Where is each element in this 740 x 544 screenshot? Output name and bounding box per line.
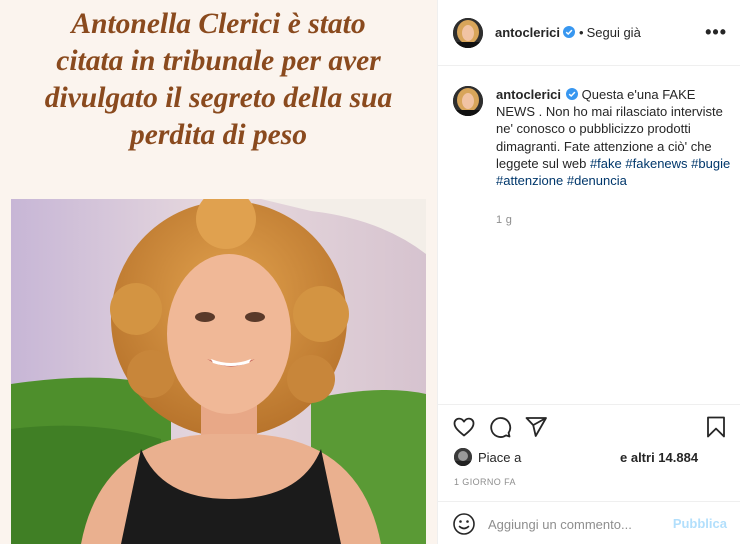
follow-button[interactable]: Segui già — [587, 25, 641, 40]
avatar[interactable] — [453, 18, 483, 48]
hashtag-link[interactable]: #bugie — [691, 156, 730, 171]
post-headline: Antonella Clerici è stato citata in trib… — [0, 6, 437, 154]
headline-line: perdita di peso — [130, 119, 307, 151]
header-user: antoclerici • Segui già — [495, 25, 641, 40]
caption: antoclerici Questa e'una FAKE NEWS . Non… — [438, 66, 740, 404]
verified-badge-icon — [563, 26, 576, 38]
hashtag-link[interactable]: #denuncia — [567, 173, 627, 188]
headline-line: divulgato il segreto della sua — [44, 82, 393, 114]
username-link[interactable]: antoclerici — [496, 87, 561, 102]
headline-line: Antonella Clerici è stato — [71, 8, 366, 40]
avatar[interactable] — [453, 86, 483, 116]
post-actions: Piace a e altri 14.884 1 GIORNO FA Pubbl… — [438, 404, 740, 544]
send-icon[interactable] — [524, 415, 548, 439]
post-media[interactable]: Antonella Clerici è stato citata in trib… — [0, 0, 437, 544]
hashtag-link[interactable]: #fake — [590, 156, 622, 171]
username-link[interactable]: antoclerici — [495, 25, 560, 40]
comment-input[interactable] — [488, 514, 668, 534]
hashtag-link[interactable]: #fakenews — [625, 156, 687, 171]
bookmark-icon[interactable] — [704, 415, 728, 439]
avatar[interactable] — [454, 448, 472, 466]
more-options-icon[interactable]: ••• — [705, 22, 727, 43]
post-timestamp[interactable]: 1 GIORNO FA — [454, 477, 516, 487]
likes-summary: Piace a e altri 14.884 — [454, 447, 734, 467]
post-side-panel: antoclerici • Segui già ••• antoclerici Qu… — [437, 0, 740, 544]
comment-box: Pubblica — [438, 501, 740, 544]
hashtag-link[interactable]: #attenzione — [496, 173, 563, 188]
comment-icon[interactable] — [488, 415, 512, 439]
caption-age: 1 g — [496, 214, 513, 226]
verified-badge-icon — [566, 87, 579, 100]
separator-dot: • — [579, 25, 584, 40]
headline-line: citata in tribunale per aver — [56, 45, 381, 77]
likes-prefix: Piace a — [478, 450, 522, 465]
emoji-icon[interactable] — [452, 512, 476, 536]
likes-count[interactable]: e altri 14.884 — [620, 450, 698, 465]
heart-icon[interactable] — [452, 415, 476, 439]
post-header: antoclerici • Segui già ••• — [438, 0, 740, 66]
publish-button[interactable]: Pubblica — [673, 516, 727, 531]
caption-text: antoclerici Questa e'una FAKE NEWS . Non… — [496, 86, 734, 189]
post-photo — [11, 199, 426, 544]
